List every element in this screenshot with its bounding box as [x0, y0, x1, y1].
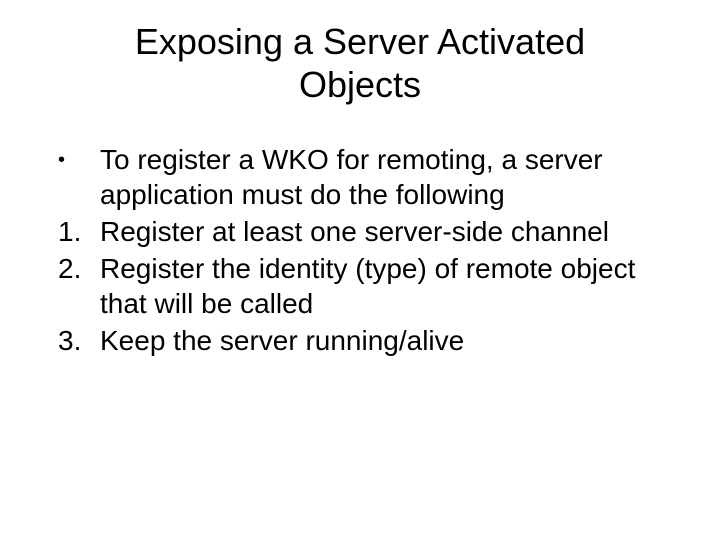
- list-item: 3. Keep the server running/alive: [50, 323, 680, 358]
- list-item-text: Register the identity (type) of remote o…: [100, 251, 680, 321]
- slide-title: Exposing a Server Activated Objects: [40, 20, 680, 106]
- number-marker: 1.: [50, 214, 100, 249]
- list-item: 1. Register at least one server-side cha…: [50, 214, 680, 249]
- list-item-text: Keep the server running/alive: [100, 323, 680, 358]
- list-item-text: Register at least one server-side channe…: [100, 214, 680, 249]
- number-marker: 2.: [50, 251, 100, 321]
- slide-content: • To register a WKO for remoting, a serv…: [40, 142, 680, 358]
- list-item-text: To register a WKO for remoting, a server…: [100, 142, 680, 212]
- bullet-marker: •: [50, 142, 100, 212]
- list-item: • To register a WKO for remoting, a serv…: [50, 142, 680, 212]
- number-marker: 3.: [50, 323, 100, 358]
- list-item: 2. Register the identity (type) of remot…: [50, 251, 680, 321]
